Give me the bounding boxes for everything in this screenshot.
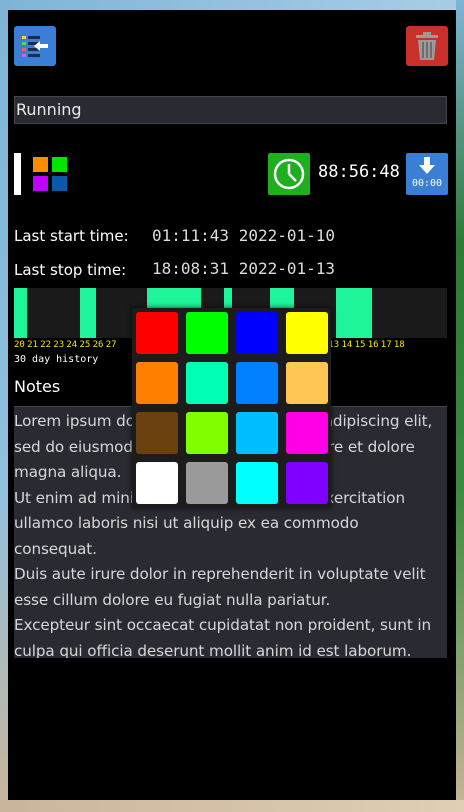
color-swatch-orange[interactable]	[33, 157, 48, 172]
day-label: 15	[354, 340, 366, 350]
palette-swatch[interactable]	[236, 412, 278, 454]
timer-toggle-button[interactable]	[268, 153, 310, 195]
day-label: 25	[79, 340, 91, 350]
last-stop-value: 18:08:31 2022-01-13	[152, 259, 336, 278]
day-label: 22	[40, 340, 52, 350]
history-bar	[336, 288, 372, 338]
elapsed-time: 88:56:48	[318, 162, 400, 182]
download-arrow-icon	[419, 157, 435, 174]
palette-swatch[interactable]	[186, 412, 228, 454]
palette-swatch[interactable]	[236, 362, 278, 404]
notes-paragraph: Excepteur sint occaecat cupidatat non pr…	[14, 616, 432, 658]
notes-paragraph: Duis aute irure dolor in reprehenderit i…	[14, 565, 426, 609]
app-window: Running 88:56:48 00:00 Last start time: …	[8, 10, 456, 800]
palette-swatch[interactable]	[186, 362, 228, 404]
history-caption: 30 day history	[14, 354, 99, 365]
day-label: 23	[53, 340, 65, 350]
palette-swatch[interactable]	[236, 462, 278, 504]
clock-icon	[273, 158, 305, 190]
day-label: 20	[14, 340, 25, 350]
palette-swatch[interactable]	[136, 462, 178, 504]
wallpaper-top	[0, 0, 464, 10]
last-start-value: 01:11:43 2022-01-10	[152, 226, 336, 245]
palette-swatch[interactable]	[286, 462, 328, 504]
day-label: 27	[105, 340, 117, 350]
day-label: 17	[380, 340, 392, 350]
palette-swatch[interactable]	[286, 312, 328, 354]
color-picker-popup	[132, 308, 331, 508]
trash-icon	[416, 32, 438, 60]
notes-title: Notes	[14, 377, 61, 396]
day-label: 18	[393, 340, 405, 350]
last-start-label: Last start time:	[14, 227, 129, 245]
color-indicator-bar	[14, 153, 21, 195]
palette-swatch[interactable]	[286, 362, 328, 404]
download-button[interactable]: 00:00	[406, 153, 448, 195]
palette-swatch[interactable]	[136, 412, 178, 454]
wallpaper-right	[456, 0, 464, 812]
palette-swatch[interactable]	[286, 412, 328, 454]
wallpaper-bottom	[0, 800, 464, 812]
last-stop-label: Last stop time:	[14, 261, 127, 279]
palette-swatch[interactable]	[136, 362, 178, 404]
palette-swatch[interactable]	[186, 462, 228, 504]
download-time: 00:00	[411, 178, 443, 189]
day-label: 16	[367, 340, 379, 350]
state-field[interactable]: Running	[14, 96, 447, 124]
history-bar	[14, 288, 27, 338]
day-label: 24	[66, 340, 78, 350]
color-swatch-blue[interactable]	[52, 176, 67, 191]
color-swatch-green[interactable]	[52, 157, 67, 172]
list-menu-icon	[22, 36, 48, 57]
day-label: 14	[341, 340, 353, 350]
day-label: 26	[92, 340, 104, 350]
palette-swatch[interactable]	[236, 312, 278, 354]
menu-button[interactable]	[14, 26, 56, 66]
color-swatch-purple[interactable]	[33, 176, 48, 191]
history-bar	[80, 288, 96, 338]
day-label: 21	[27, 340, 38, 350]
wallpaper-left	[0, 0, 8, 812]
palette-swatch[interactable]	[136, 312, 178, 354]
delete-button[interactable]	[406, 26, 448, 66]
palette-swatch[interactable]	[186, 312, 228, 354]
